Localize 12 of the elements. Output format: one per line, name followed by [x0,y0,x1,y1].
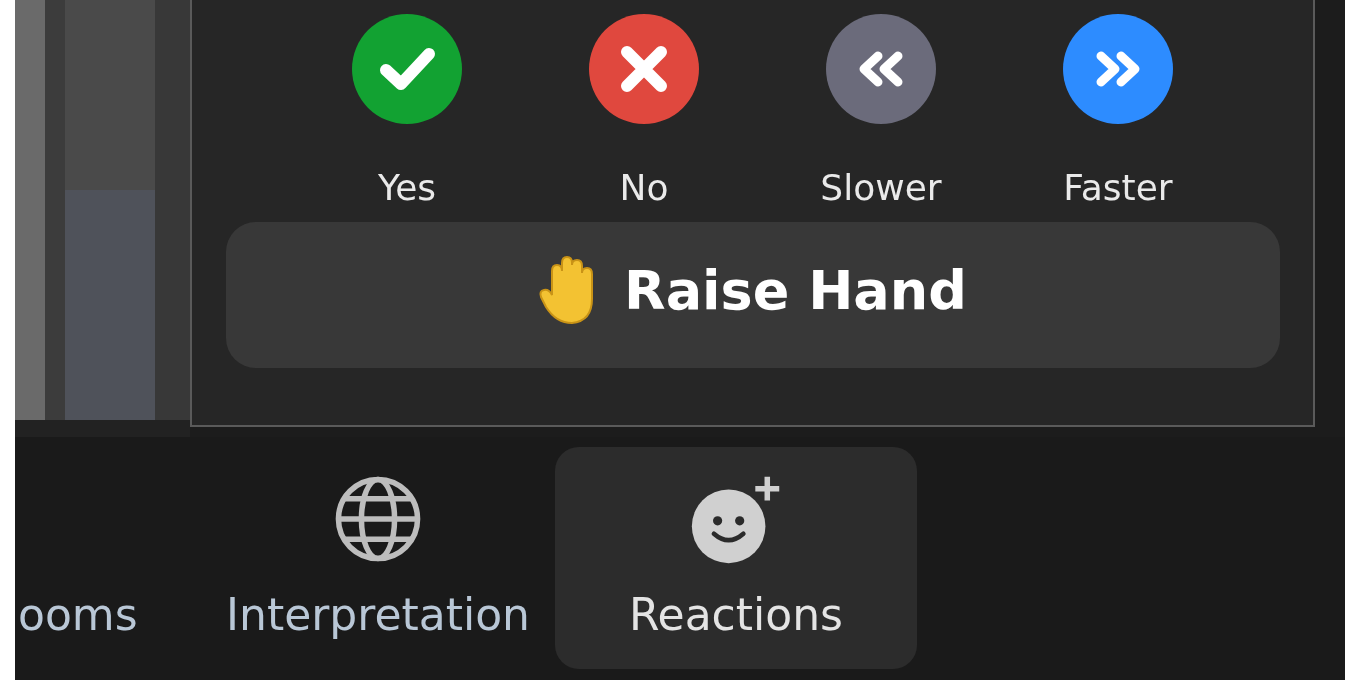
fast-forward-icon[interactable] [1063,14,1173,124]
reaction-label: Yes [377,166,437,210]
globe-button[interactable]: Interpretation [198,447,558,669]
raise-hand-button[interactable]: Raise Hand [225,222,1280,368]
reaction-label: No [619,166,669,210]
reaction-label: Slower [820,166,942,210]
close-icon[interactable] [589,14,699,124]
reactions-button[interactable]: Reactions [555,447,917,669]
reaction-label: Faster [1063,166,1173,210]
check-icon[interactable] [352,14,462,124]
toolbar-item[interactable]: ooms [18,447,138,669]
rewind-icon[interactable] [826,14,936,124]
